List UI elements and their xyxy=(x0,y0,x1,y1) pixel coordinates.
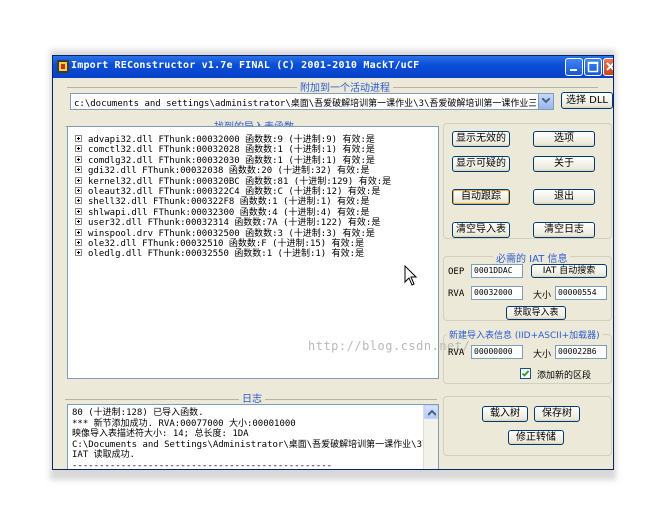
expand-icon[interactable] xyxy=(75,228,82,236)
new-size-field[interactable]: 000022B6 xyxy=(555,345,607,359)
exit-button[interactable]: 退出 xyxy=(533,189,595,205)
maximize-icon xyxy=(587,61,599,73)
log-line: IAT 读取成功. xyxy=(72,450,136,460)
expand-icon[interactable] xyxy=(75,155,82,163)
imports-tree-list: advapi32.dll FThunk:00032000 函数数:9 (十进制:… xyxy=(75,135,391,260)
combobox-dropdown-button[interactable] xyxy=(538,94,553,109)
log-lines: 80 (十进制:128) 已导入函数. *** 新节添加成功. RVA:00077… xyxy=(72,408,428,470)
import-module-row[interactable]: user32.dll FThunk:00032314 函数数:7A (十进制:1… xyxy=(75,218,391,228)
expand-icon[interactable] xyxy=(75,218,82,226)
import-module-text: user32.dll FThunk:00032314 函数数:7A (十进制:1… xyxy=(88,218,381,229)
import-module-row[interactable]: oleaut32.dll FThunk:000322C4 函数数:C (十进制:… xyxy=(75,186,391,197)
expand-icon[interactable] xyxy=(75,166,82,174)
new-size-label: 大小 xyxy=(533,350,552,360)
show-invalid-button[interactable]: 显示无效的 xyxy=(452,131,510,147)
checkmark-icon xyxy=(521,370,530,377)
chevron-down-icon xyxy=(542,98,550,104)
expand-icon[interactable] xyxy=(75,186,82,194)
tree-actions-frame xyxy=(443,396,612,456)
import-module-row[interactable]: comdlg32.dll FThunk:00032030 函数数:1 (十进制:… xyxy=(75,155,391,166)
maximize-button[interactable] xyxy=(584,58,602,76)
mouse-cursor-icon xyxy=(404,265,418,286)
auto-trace-button[interactable]: 自动跟踪 xyxy=(452,189,510,205)
expand-icon[interactable] xyxy=(75,207,82,215)
load-tree-button[interactable]: 载入树 xyxy=(482,406,528,422)
pick-dll-button[interactable]: 选择 DLL xyxy=(561,92,613,109)
oep-label: OEP xyxy=(448,267,465,277)
window-title: Import REConstructor v1.7e FINAL (C) 200… xyxy=(71,60,420,71)
new-rva-label: RVA xyxy=(448,348,465,358)
import-module-text: comctl32.dll FThunk:00032028 函数数:1 (十进制:… xyxy=(88,145,375,156)
rva-label: RVA xyxy=(448,289,465,299)
close-button[interactable] xyxy=(603,58,613,76)
close-icon xyxy=(606,62,613,71)
get-imports-button[interactable]: 获取导入表 xyxy=(506,306,566,320)
add-section-label: 添加新的区段 xyxy=(537,371,592,381)
imports-tree[interactable]: advapi32.dll FThunk:00032000 函数数:9 (十进制:… xyxy=(67,126,470,379)
new-import-label: 新建导入表信息 (IID+ASCII+加载器) xyxy=(447,328,602,341)
log-line: 映像导入表描述符大小: 14; 总长度: 1DA xyxy=(72,429,249,439)
import-module-text: shell32.dll FThunk:000322F8 函数数:1 (十进制:1… xyxy=(88,197,370,208)
add-section-checkbox[interactable] xyxy=(520,368,531,379)
expand-icon[interactable] xyxy=(75,249,82,257)
import-module-row[interactable]: shlwapi.dll FThunk:00032300 函数数:4 (十进制:4… xyxy=(75,207,391,218)
expand-icon[interactable] xyxy=(75,176,82,184)
log-group-label: 日志 xyxy=(239,390,265,405)
minimize-button[interactable] xyxy=(565,58,583,76)
expand-icon[interactable] xyxy=(75,145,82,153)
import-module-row[interactable]: ole32.dll FThunk:00032510 函数数:F (十进制:15)… xyxy=(75,238,391,249)
import-module-text: advapi32.dll FThunk:00032000 函数数:9 (十进制:… xyxy=(88,135,375,145)
import-module-row[interactable]: kernel32.dll FThunk:000320BC 函数数:81 (十进制… xyxy=(75,176,392,187)
log-textbox[interactable]: 80 (十进制:128) 已导入函数. *** 新节添加成功. RVA:00077… xyxy=(67,404,439,470)
import-module-text: oleaut32.dll FThunk:000322C4 函数数:C (十进制:… xyxy=(88,186,381,197)
app-icon xyxy=(57,60,69,73)
about-button[interactable]: 关于 xyxy=(533,156,595,172)
import-module-row[interactable]: advapi32.dll FThunk:00032000 函数数:9 (十进制:… xyxy=(75,135,391,145)
minimize-icon xyxy=(570,69,577,71)
import-module-text: kernel32.dll FThunk:000320BC 函数数:81 (十进制… xyxy=(88,176,392,187)
log-scrollbar[interactable] xyxy=(423,405,438,469)
process-path: c:\documents and settings\administrator\… xyxy=(74,99,536,109)
import-module-text: ole32.dll FThunk:00032510 函数数:F (十进制:15)… xyxy=(88,238,365,249)
fix-dump-button[interactable]: 修正转储 xyxy=(508,430,564,445)
clear-imports-button[interactable]: 清空导入表 xyxy=(452,222,510,238)
import-module-text: winspool.drv FThunk:00032500 函数数:3 (十进制:… xyxy=(88,228,375,239)
import-module-text: oledlg.dll FThunk:00032550 函数数:1 (十进制:1)… xyxy=(88,249,365,260)
new-rva-field[interactable]: 00000000 xyxy=(471,345,523,359)
log-line: ----------------------------------------… xyxy=(72,460,333,470)
chevron-up-icon xyxy=(428,410,436,416)
show-suspect-button[interactable]: 显示可疑的 xyxy=(452,156,510,172)
import-module-row[interactable]: oledlg.dll FThunk:00032550 函数数:1 (十进制:1)… xyxy=(75,249,391,259)
title-bar[interactable]: Import REConstructor v1.7e FINAL (C) 200… xyxy=(53,56,613,78)
attach-group-label: 附加到一个活动进程 xyxy=(297,79,393,94)
iat-autosearch-button[interactable]: IAT 自动搜索 xyxy=(531,264,607,278)
oep-field[interactable]: 0001DDAC xyxy=(471,264,523,278)
import-module-row[interactable]: shell32.dll FThunk:000322F8 函数数:1 (十进制:1… xyxy=(75,197,391,207)
process-combobox[interactable]: c:\documents and settings\administrator\… xyxy=(70,93,554,110)
import-module-row[interactable]: comctl32.dll FThunk:00032028 函数数:1 (十进制:… xyxy=(75,145,391,155)
iat-rva-field[interactable]: 00032000 xyxy=(471,286,523,300)
import-module-row[interactable]: winspool.drv FThunk:00032500 函数数:3 (十进制:… xyxy=(75,228,391,239)
import-module-text: gdi32.dll FThunk:00032038 函数数:20 (十进制:32… xyxy=(88,166,370,177)
clear-log-button[interactable]: 清空日志 xyxy=(533,222,595,238)
log-line: 80 (十进制:128) 已导入函数. xyxy=(72,408,204,418)
import-module-text: comdlg32.dll FThunk:00032030 函数数:1 (十进制:… xyxy=(88,155,375,166)
log-line: *** 新节添加成功. RVA:00077000 大小:00001000 xyxy=(72,418,296,429)
iat-info-label: 必需的 IAT 信息 xyxy=(493,250,571,265)
import-module-row[interactable]: gdi32.dll FThunk:00032038 函数数:20 (十进制:32… xyxy=(75,166,391,176)
scroll-up-button[interactable] xyxy=(424,405,438,419)
iat-size-field[interactable]: 00000554 xyxy=(555,286,607,300)
import-module-text: shlwapi.dll FThunk:00032300 函数数:4 (十进制:4… xyxy=(88,207,370,218)
save-tree-button[interactable]: 保存树 xyxy=(534,406,580,422)
size-label: 大小 xyxy=(533,291,552,301)
main-window: Import REConstructor v1.7e FINAL (C) 200… xyxy=(52,55,614,470)
log-line: C:\Documents and Settings\Administrator\… xyxy=(72,439,428,450)
options-button[interactable]: 选项 xyxy=(533,131,595,147)
expand-icon[interactable] xyxy=(75,135,82,142)
expand-icon[interactable] xyxy=(75,197,82,205)
expand-icon[interactable] xyxy=(75,238,82,246)
